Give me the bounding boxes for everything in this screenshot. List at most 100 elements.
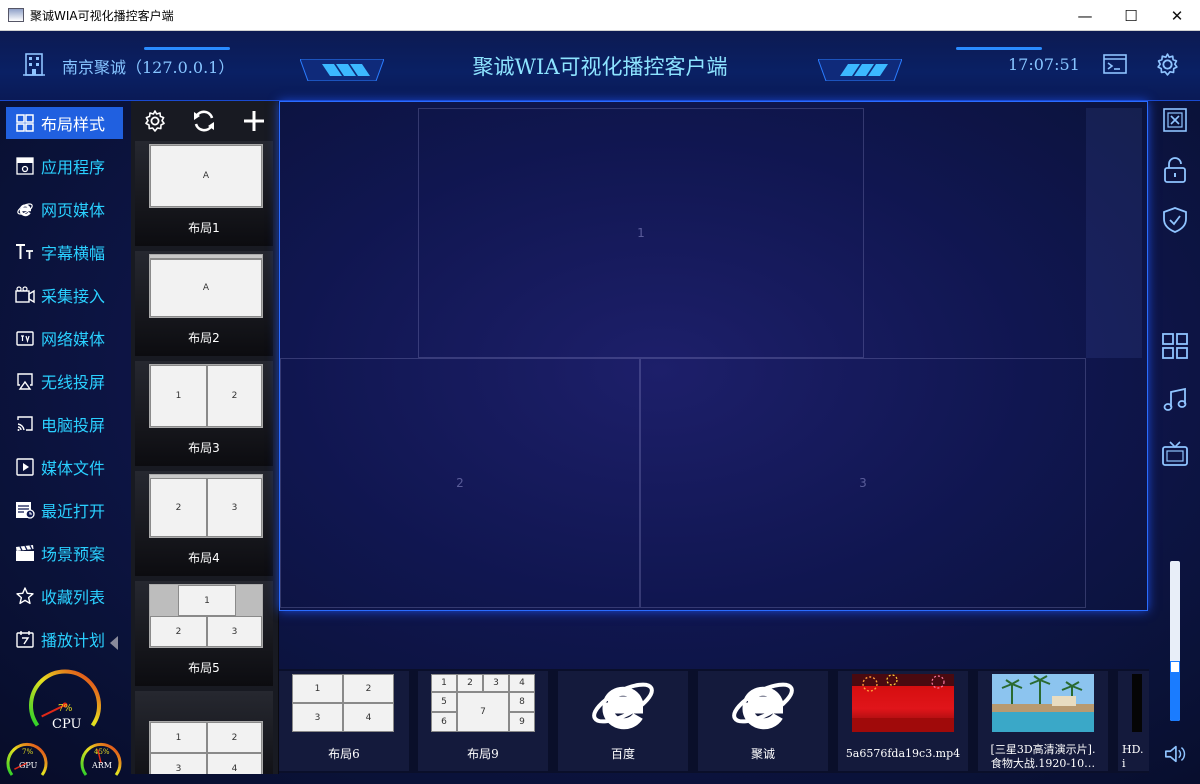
- settings-gear-icon[interactable]: [143, 109, 167, 133]
- music-icon[interactable]: [1162, 387, 1188, 413]
- layout-thumbnail: A: [149, 254, 263, 318]
- volume-knob[interactable]: [1170, 660, 1180, 673]
- layout-cell: 4: [343, 703, 394, 732]
- collapse-arrow-icon[interactable]: [110, 636, 118, 650]
- recent-icon: [14, 500, 36, 520]
- ie-icon: [14, 199, 36, 219]
- nav-item-label: 网页媒体: [41, 201, 106, 220]
- media-item-layout9[interactable]: 1 2 3 4 5 7 8 6 9 布局9: [418, 671, 548, 771]
- layout-cell: 3: [207, 478, 262, 537]
- media-strip: 1 2 3 4 布局6 1 2 3 4 5 7 8 6 9 布局9 百度 聚诚 …: [279, 669, 1149, 773]
- layout-card-1[interactable]: A 布局1: [135, 141, 273, 246]
- media-label: [三星3D高清演示片]. 食物大战.1920-10…: [990, 743, 1096, 770]
- app-header: 南京聚诚（127.0.0.1） 聚诚WIA可视化播控客户端 17:07:51: [0, 31, 1200, 101]
- system-gauges: 7% CPU 7% GPU 45% ARM: [0, 657, 130, 784]
- nav-item-label: 布局样式: [41, 115, 106, 134]
- arm-label: ARM: [92, 761, 112, 770]
- nav-item-recent[interactable]: 最近打开: [6, 494, 123, 526]
- terminal-icon[interactable]: [1103, 54, 1127, 74]
- media-item-video-2[interactable]: [三星3D高清演示片]. 食物大战.1920-10…: [978, 671, 1108, 771]
- layout-card-4[interactable]: 2 3 布局4: [135, 471, 273, 576]
- header-deco-line-left: [144, 47, 230, 50]
- media-item-video-1[interactable]: 5a6576fda19c3.mp4: [838, 671, 968, 771]
- nav-item-subtitle[interactable]: 字幕横幅: [6, 236, 123, 268]
- nav-item-label: 应用程序: [41, 158, 106, 177]
- layout-cell: 3: [150, 753, 207, 774]
- layout-card-3[interactable]: 1 2 布局3: [135, 361, 273, 466]
- refresh-icon[interactable]: [191, 108, 217, 134]
- nav-item-label: 最近打开: [41, 502, 106, 521]
- arm-value: 45%: [94, 748, 110, 756]
- app-window-icon: [8, 8, 24, 22]
- nav-item-label: 电脑投屏: [41, 416, 106, 435]
- nav-item-scene[interactable]: 场景预案: [6, 537, 123, 569]
- unlock-icon[interactable]: [1162, 157, 1188, 183]
- clock-display: 17:07:51: [1008, 55, 1080, 74]
- media-item-baidu[interactable]: 百度: [558, 671, 688, 771]
- nav-item-label: 场景预案: [41, 545, 106, 564]
- layout-card-6[interactable]: 1 2 3 4: [135, 691, 273, 774]
- video-thumbnail: [992, 674, 1094, 732]
- ie-logo-icon: [592, 682, 654, 730]
- layout-cell: 3: [483, 674, 509, 692]
- layout-card-2[interactable]: A 布局2: [135, 251, 273, 356]
- nav-item-wireless-cast[interactable]: 无线投屏: [6, 365, 123, 397]
- add-icon[interactable]: [242, 109, 266, 133]
- layout-thumbnail: 2 3: [149, 474, 263, 538]
- media-item-layout6[interactable]: 1 2 3 4 布局6: [279, 671, 409, 771]
- play-file-icon: [14, 457, 36, 477]
- maximize-button[interactable]: ☐: [1108, 0, 1154, 31]
- volume-slider[interactable]: [1170, 561, 1180, 721]
- layout-cell: 4: [207, 753, 262, 774]
- layout-toolbar: [131, 101, 278, 141]
- app-title: 聚诚WIA可视化播控客户端: [472, 55, 728, 79]
- nav-item-favorites[interactable]: 收藏列表: [6, 580, 123, 612]
- layout-cell: 8: [509, 692, 535, 712]
- tv-screen-icon[interactable]: [1162, 441, 1188, 467]
- region-3[interactable]: 3: [640, 358, 1086, 608]
- shield-icon[interactable]: [1162, 207, 1188, 233]
- text-icon: [14, 242, 36, 262]
- nav-item-label: 收藏列表: [41, 588, 106, 607]
- layout-cell: 1: [292, 674, 343, 703]
- nav-item-media-files[interactable]: 媒体文件: [6, 451, 123, 483]
- nav-item-label: 播放计划: [41, 631, 106, 650]
- layout-label: 布局4: [188, 551, 220, 565]
- region-2[interactable]: 2: [280, 358, 640, 608]
- canvas-highlight: [1086, 108, 1142, 358]
- grid-icon: [14, 113, 36, 133]
- nav-item-schedule[interactable]: 播放计划: [6, 623, 123, 655]
- grid-view-icon[interactable]: [1162, 333, 1188, 359]
- header-deco-stripes-left: [300, 59, 384, 81]
- nav-item-web-media[interactable]: 网页媒体: [6, 193, 123, 225]
- close-window-icon[interactable]: [1162, 107, 1188, 133]
- media-label: 聚诚: [750, 747, 775, 761]
- nav-item-applications[interactable]: 应用程序: [6, 150, 123, 182]
- layout-label: 布局2: [188, 331, 220, 345]
- nav-item-network-media[interactable]: 网络媒体: [6, 322, 123, 354]
- layout-card-5[interactable]: 1 2 3 布局5: [135, 581, 273, 686]
- region-1[interactable]: 1: [418, 108, 864, 358]
- layout-cell: 5: [431, 692, 457, 712]
- nav-item-pc-cast[interactable]: 电脑投屏: [6, 408, 123, 440]
- header-deco-stripes-right: [818, 59, 902, 81]
- window-title: 聚诚WIA可视化播控客户端: [30, 8, 174, 23]
- speaker-icon[interactable]: [1164, 743, 1186, 765]
- nav-item-layout[interactable]: 布局样式: [6, 107, 123, 139]
- layout-cell: 1: [431, 674, 457, 692]
- media-item-video-3[interactable]: HD. i: [1118, 671, 1149, 771]
- layout-thumbnail: 1 2 3: [149, 584, 263, 648]
- layout-canvas[interactable]: 1 2 3: [279, 101, 1148, 611]
- layout-cell: 2: [150, 616, 207, 647]
- media-item-jucheng[interactable]: 聚诚: [698, 671, 828, 771]
- building-icon: [23, 53, 45, 76]
- layout9-thumbnail: 1 2 3 4 5 7 8 6 9: [431, 674, 535, 732]
- gear-icon[interactable]: [1155, 52, 1180, 77]
- nav-item-capture[interactable]: 采集接入: [6, 279, 123, 311]
- exe-icon: [14, 156, 36, 176]
- close-button[interactable]: ✕: [1154, 0, 1200, 31]
- minimize-button[interactable]: —: [1062, 0, 1108, 31]
- nav-item-label: 采集接入: [41, 287, 106, 306]
- layout-cell: 6: [431, 712, 457, 732]
- star-icon: [14, 586, 36, 606]
